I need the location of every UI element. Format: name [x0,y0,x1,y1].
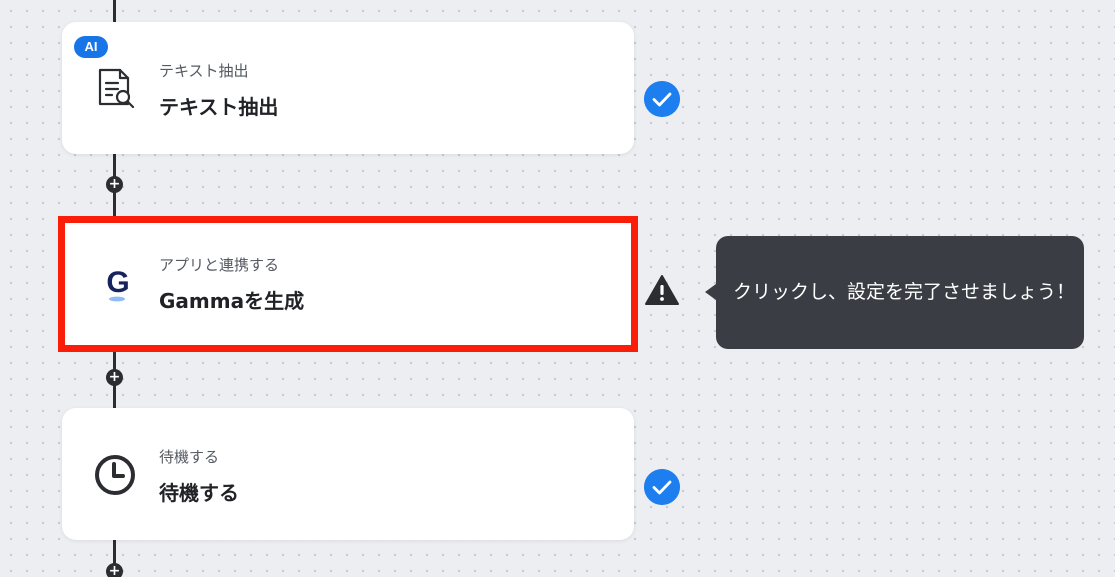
ai-badge: AI [74,36,108,58]
gamma-logo-icon: G [106,266,130,302]
step-title: テキスト抽出 [159,95,279,119]
step-subtitle: テキスト抽出 [159,62,249,80]
step-title: Gammaを生成 [159,289,305,313]
clock-icon [95,455,135,495]
step-title: 待機する [159,481,239,505]
gamma-logo-letter: G [106,266,129,299]
check-icon [644,81,680,117]
add-step-button[interactable]: + [106,563,123,577]
warning-icon [645,275,679,305]
step-card-wait[interactable]: 待機する 待機する [62,408,634,540]
step-card-text-extraction[interactable]: AI テキスト抽出 テキスト抽出 [62,22,634,154]
step-card-gamma[interactable]: G アプリと連携する Gammaを生成 [58,216,638,352]
step-subtitle: 待機する [159,448,220,466]
document-search-icon [98,68,135,109]
flow-connector-top [113,0,116,22]
setup-tooltip[interactable]: クリックし、設定を完了させましょう！ [716,236,1084,349]
tooltip-arrow [705,284,716,300]
add-step-button[interactable]: + [106,369,123,386]
check-icon [644,469,680,505]
add-step-button[interactable]: + [106,176,123,193]
step-subtitle: アプリと連携する [159,256,280,274]
